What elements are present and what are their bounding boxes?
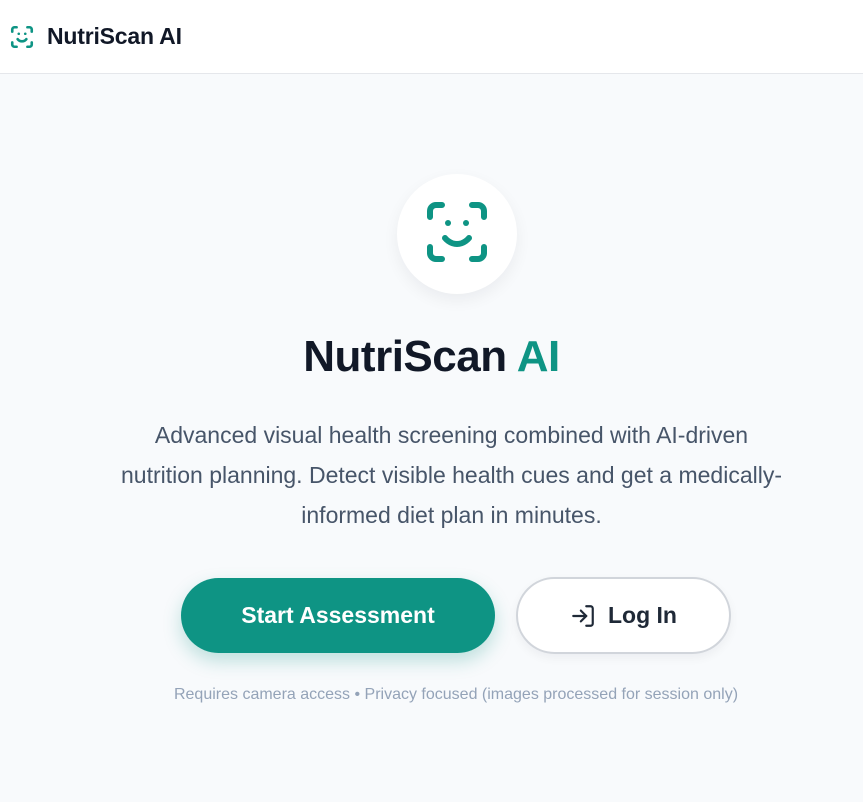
privacy-footnote: Requires camera access • Privacy focused…: [173, 686, 739, 703]
log-in-label: Log In: [608, 602, 677, 628]
top-bar: NutriScan AI: [0, 0, 863, 74]
hero-description: Advanced visual health screening combine…: [40, 415, 863, 535]
app-name[interactable]: NutriScan AI: [47, 23, 182, 50]
description-line: nutrition planning. Detect visible healt…: [121, 462, 782, 488]
start-assessment-button[interactable]: Start Assessment: [181, 578, 495, 653]
description-line: Advanced visual health screening combine…: [154, 422, 749, 448]
face-scan-icon: [9, 24, 35, 50]
description-line: informed diet plan in minutes.: [301, 502, 602, 528]
hero-title-main: NutriScan: [303, 332, 507, 381]
hero-title: NutriScan AI: [0, 332, 863, 382]
log-in-icon: [570, 603, 596, 629]
face-scan-icon: [421, 196, 493, 273]
log-in-button[interactable]: Log In: [516, 577, 731, 654]
hero-icon-circle: [397, 174, 517, 294]
hero-title-accent: AI: [516, 332, 561, 381]
